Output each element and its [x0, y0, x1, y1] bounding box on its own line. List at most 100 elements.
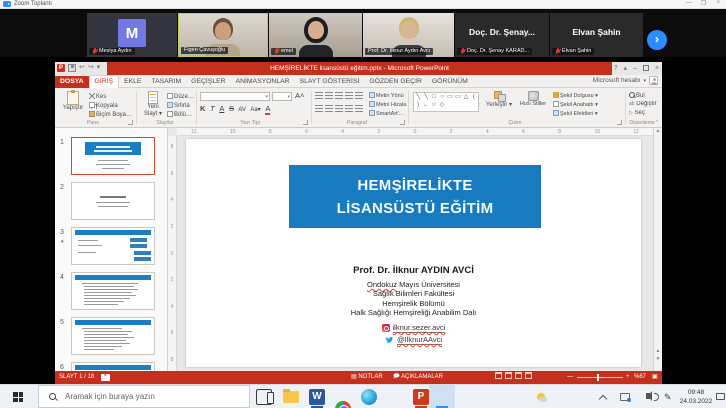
- tab-tasarim[interactable]: TASARIM: [146, 76, 186, 88]
- bold-button[interactable]: K: [200, 104, 205, 113]
- taskbar-search[interactable]: Aramak için buraya yazın: [38, 385, 250, 408]
- slide-thumbnail-2[interactable]: [71, 182, 155, 220]
- comments-button[interactable]: 🗩 AÇIKLAMALAR: [393, 371, 443, 384]
- shape-effects-button[interactable]: Şekil Efektleri ▾: [553, 110, 611, 117]
- format-painter-button[interactable]: Biçim Boyacısı: [89, 111, 135, 118]
- paste-button[interactable]: Yapıştır: [59, 91, 87, 111]
- italic-button[interactable]: T: [210, 104, 215, 113]
- font-color-button[interactable]: A: [265, 104, 270, 115]
- tray-expand-icon[interactable]: [599, 395, 607, 403]
- replace-button[interactable]: ab Değiştir: [629, 101, 659, 107]
- clipboard-dialog-launcher[interactable]: [128, 120, 133, 125]
- chrome-button[interactable]: [335, 401, 351, 408]
- next-slide-button[interactable]: ▼: [654, 356, 662, 363]
- tab-ekle[interactable]: EKLE: [119, 76, 146, 88]
- slide[interactable]: HEMŞİRELİKTE LİSANSÜSTÜ EĞİTİM Prof. Dr.…: [186, 139, 641, 367]
- drawing-dialog-launcher[interactable]: [617, 120, 622, 125]
- new-slide-button[interactable]: Yeni Slayt ▾: [140, 91, 166, 117]
- slide-thumbnail-3[interactable]: [71, 227, 155, 265]
- maximize-icon[interactable]: ❐: [701, 0, 706, 7]
- redo-button[interactable]: ↪: [88, 64, 94, 72]
- tab-gorunum[interactable]: GÖRÜNÜM: [427, 76, 473, 88]
- powerpoint-taskbar-button[interactable]: P: [413, 389, 429, 405]
- layout-button[interactable]: Düzen ▾: [167, 93, 195, 100]
- vertical-scrollbar[interactable]: ▲ ▲ ▼: [653, 128, 662, 371]
- scroll-up-icon[interactable]: ▲: [654, 128, 662, 135]
- justify-icon[interactable]: [345, 105, 353, 113]
- help-icon[interactable]: ?: [614, 64, 618, 73]
- participant-tile[interactable]: Doç. Dr. Şenay... Doç. Dr. Şenay KARAD..…: [455, 13, 549, 57]
- strikethrough-button[interactable]: S: [229, 104, 234, 113]
- view-buttons[interactable]: [495, 371, 535, 384]
- indent-increase-icon[interactable]: [345, 92, 353, 100]
- convert-smartart-button[interactable]: SmartArt'a Dönüştür: [369, 110, 407, 117]
- qat-dropdown-icon[interactable]: ▾: [97, 64, 101, 72]
- tab-animasyonlar[interactable]: ANİMASYONLAR: [231, 76, 295, 88]
- slide-title-box[interactable]: HEMŞİRELİKTE LİSANSÜSTÜ EĞİTİM: [289, 165, 541, 228]
- file-explorer-button[interactable]: [283, 391, 299, 403]
- tab-slayt-gosterisi[interactable]: SLAYT GÖSTERİSİ: [295, 76, 365, 88]
- shape-fill-button[interactable]: Şekil Dolgusu ▾: [553, 92, 611, 99]
- undo-button[interactable]: ↩: [79, 64, 85, 72]
- fit-to-window-icon[interactable]: ▣: [652, 371, 658, 384]
- task-view-button[interactable]: [256, 389, 272, 405]
- reset-button[interactable]: Sıfırla: [167, 102, 195, 109]
- volume-icon[interactable]: [646, 393, 650, 399]
- grow-font-button[interactable]: A˄: [295, 91, 304, 100]
- next-participants-button[interactable]: ›: [647, 30, 667, 50]
- collapse-ribbon-icon[interactable]: ⌃: [655, 120, 659, 126]
- arrange-button[interactable]: Yerleştir ▾: [483, 91, 515, 108]
- notes-button[interactable]: ▤ NOTLAR: [351, 371, 383, 384]
- copy-button[interactable]: Kopyala: [89, 102, 135, 109]
- numbering-icon[interactable]: [325, 92, 333, 100]
- word-button[interactable]: W: [309, 389, 325, 405]
- shapes-gallery[interactable]: ╲╲□○▭▭△()←☆◇: [413, 92, 479, 112]
- quick-styles-button[interactable]: Hızlı Stiller: [517, 91, 549, 107]
- weather-icon[interactable]: [537, 393, 545, 401]
- zoom-in-button[interactable]: +: [626, 371, 630, 384]
- ppt-minimize-icon[interactable]: –: [633, 64, 637, 73]
- ribbon-options-icon[interactable]: ▴: [623, 64, 627, 73]
- slide-thumbnail-panel[interactable]: 1 2 3 ★: [55, 128, 168, 371]
- clock[interactable]: 09:48 24.03.2022: [678, 388, 714, 406]
- line-spacing-icon[interactable]: [355, 92, 363, 100]
- start-button[interactable]: [13, 392, 23, 402]
- tab-gecisler[interactable]: GEÇİŞLER: [186, 76, 230, 88]
- slide-thumbnail-1[interactable]: [71, 137, 155, 175]
- change-case-button[interactable]: Aa▾: [250, 107, 260, 113]
- find-button[interactable]: Bul: [629, 92, 659, 99]
- account-area[interactable]: Microsoft hesabı▾: [593, 76, 658, 85]
- participant-tile[interactable]: Prof. Dr. İlknur Aydın Avcı: [363, 13, 454, 57]
- align-left-icon[interactable]: [315, 105, 323, 113]
- char-spacing-button[interactable]: AV: [238, 107, 246, 113]
- section-button[interactable]: Bölüm ▾: [167, 111, 195, 118]
- minimize-icon[interactable]: —: [686, 0, 692, 6]
- ppt-close-icon[interactable]: ×: [655, 64, 659, 73]
- participant-tile[interactable]: Figen Çavuşoğlu: [178, 13, 268, 57]
- edge-button[interactable]: [361, 389, 377, 405]
- indent-decrease-icon[interactable]: [335, 92, 343, 100]
- participant-tile[interactable]: Elvan Şahin Elvan Şahin: [550, 13, 643, 57]
- bullets-icon[interactable]: [315, 92, 323, 100]
- align-text-button[interactable]: Metni Hizala: [369, 101, 407, 108]
- text-direction-button[interactable]: Metin Yönü: [369, 92, 407, 99]
- select-button[interactable]: ▷ Seç: [629, 110, 659, 116]
- participant-tile[interactable]: M Mesiya Aydın: [87, 13, 177, 57]
- underline-button[interactable]: A: [219, 104, 224, 113]
- align-right-icon[interactable]: [335, 105, 343, 113]
- cut-button[interactable]: Kes: [89, 93, 135, 100]
- action-center-icon[interactable]: [716, 393, 725, 400]
- spellcheck-icon[interactable]: [101, 374, 110, 381]
- shape-outline-button[interactable]: Şekil Anahattı ▾: [553, 101, 611, 108]
- columns-icon[interactable]: [355, 105, 363, 113]
- paragraph-dialog-launcher[interactable]: [400, 120, 405, 125]
- tray-display-icon[interactable]: [620, 393, 630, 401]
- save-button[interactable]: [68, 64, 76, 72]
- slide-thumbnail-4[interactable]: [71, 272, 155, 310]
- tab-dosya[interactable]: DOSYA: [55, 76, 89, 88]
- align-center-icon[interactable]: [325, 105, 333, 113]
- font-name-combo[interactable]: [200, 92, 270, 101]
- slide-thumbnail-5[interactable]: [71, 317, 155, 355]
- zoom-slider-thumb[interactable]: [597, 374, 599, 381]
- zoom-out-button[interactable]: —: [567, 371, 573, 384]
